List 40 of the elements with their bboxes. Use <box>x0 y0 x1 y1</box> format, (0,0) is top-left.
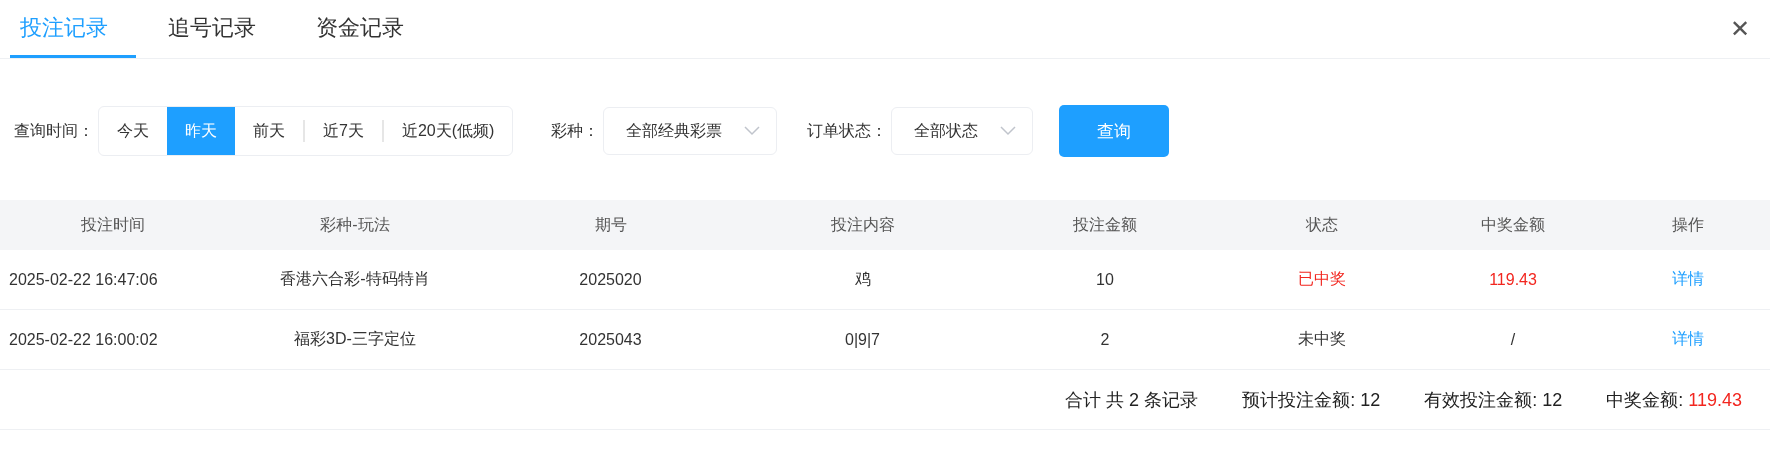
table-cell-text: 福彩3D-三字定位 <box>293 329 417 349</box>
date-option[interactable]: 今天 <box>99 107 167 155</box>
table-cell-text: 2025043 <box>578 330 643 349</box>
status-dropdown[interactable]: 全部状态 <box>891 107 1034 155</box>
summary-text: 合计 共 2 条记录 <box>1065 388 1199 412</box>
column-header: 投注内容 <box>829 214 896 235</box>
table-cell-text: 鸡 <box>853 269 872 289</box>
table-cell-text: 2025020 <box>578 270 643 289</box>
table-cell-text: 2025-02-22 16:47:06 <box>8 270 159 289</box>
date-option[interactable]: 前天 <box>235 107 303 155</box>
table-cell: 119.43 <box>1489 270 1537 288</box>
status-text: 未中奖 <box>1297 330 1346 347</box>
chevron-down-icon <box>1000 126 1017 136</box>
filter-label: 查询时间： <box>14 120 94 141</box>
table-cell-text: 10 <box>1095 270 1115 289</box>
table-cell-text: 2025-02-22 16:00:02 <box>8 330 159 349</box>
filter-label: 彩种： <box>551 120 600 141</box>
column-header: 操作 <box>1670 214 1705 235</box>
close-button[interactable]: ✕ <box>1723 14 1756 44</box>
column-header: 彩种-玩法 <box>319 214 391 235</box>
column-header: 中奖金额 <box>1480 214 1546 235</box>
lottery-dropdown[interactable]: 全部经典彩票 <box>603 107 778 155</box>
date-option[interactable]: 近20天(低频) <box>383 107 513 155</box>
column-header: 状态 <box>1304 214 1339 235</box>
column-header: 投注时间 <box>80 214 146 235</box>
tab[interactable]: 资金记录 <box>306 0 432 58</box>
table-cell-text: 2 <box>1099 330 1111 349</box>
column-header: 投注金额 <box>1072 214 1138 235</box>
summary-text: 中奖金额: 119.43 <box>1606 388 1742 412</box>
filter-label: 订单状态： <box>807 120 888 141</box>
table-cell: / <box>1510 330 1516 348</box>
status-text: 已中奖 <box>1297 270 1346 287</box>
table-cell-text: 香港六合彩-特码特肖 <box>279 269 431 289</box>
summary-text: 有效投注金额: 12 <box>1424 388 1563 412</box>
summary-text: 预计投注金额: 12 <box>1242 388 1381 412</box>
date-option[interactable]: 近7天 <box>305 107 382 155</box>
chevron-down-icon <box>744 126 761 136</box>
tab[interactable]: 追号记录 <box>158 0 284 58</box>
table-cell-text: 0|9|7 <box>844 330 881 349</box>
column-header: 期号 <box>593 214 628 235</box>
